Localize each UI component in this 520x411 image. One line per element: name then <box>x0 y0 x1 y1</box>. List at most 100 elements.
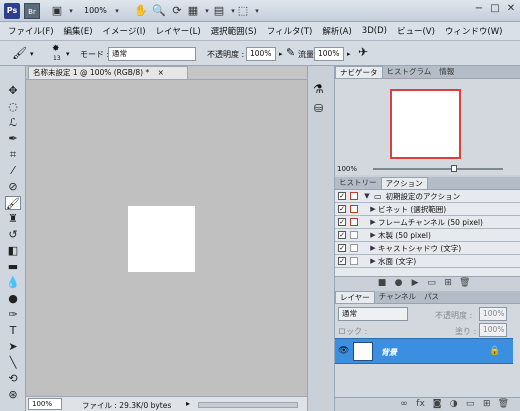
new-group-icon[interactable]: ▭ <box>463 398 477 410</box>
menu-layer[interactable]: レイヤー(L) <box>156 25 201 37</box>
layer-opacity-input[interactable]: 100% <box>479 307 507 321</box>
opacity-input[interactable]: 100% <box>246 47 276 61</box>
layer-row-background[interactable]: 👁 背景 🔒 <box>335 338 513 364</box>
3d-orbit-tool-icon[interactable]: ⊛ <box>5 388 21 402</box>
blur-tool-icon[interactable]: 💧 <box>5 276 21 290</box>
zoom-slider-thumb[interactable] <box>451 165 457 172</box>
quick-selection-tool-icon[interactable]: ✒ <box>5 132 21 146</box>
move-tool-icon[interactable]: ✥ <box>5 84 21 98</box>
maximize-icon[interactable]: □ <box>488 2 502 16</box>
expand-arrow-icon[interactable]: ▼ <box>362 192 372 200</box>
delete-icon[interactable]: 🗑 <box>458 277 472 289</box>
view-extras-icon[interactable]: ▣ <box>50 4 64 18</box>
dodge-tool-icon[interactable]: ● <box>5 292 21 306</box>
dialog-toggle[interactable] <box>350 231 358 239</box>
tab-histogram[interactable]: ヒストグラム <box>383 66 436 78</box>
new-set-icon[interactable]: ▭ <box>425 277 439 289</box>
delete-layer-icon[interactable]: 🗑 <box>496 398 510 410</box>
tab-navigator[interactable]: ナビゲータ <box>335 66 383 78</box>
tab-actions[interactable]: アクション <box>380 177 428 189</box>
toggle-checkbox[interactable]: ✓ <box>338 231 346 239</box>
zoom-level-field[interactable]: 100% <box>28 398 62 410</box>
healing-brush-tool-icon[interactable]: ⊘ <box>5 180 21 194</box>
chevron-down-icon[interactable]: ▾ <box>30 50 34 58</box>
pen-tool-icon[interactable]: ✑ <box>5 308 21 322</box>
brush-tool-icon[interactable]: 🖌 <box>5 196 21 210</box>
close-icon[interactable]: ✕ <box>504 2 518 16</box>
action-row[interactable]: ✓ ▶ ビネット (選択範囲) <box>335 203 520 216</box>
chevron-right-icon[interactable]: ▸ <box>347 50 351 58</box>
brush-tip-icon[interactable]: ✸ <box>52 44 60 54</box>
adjustment-layer-icon[interactable]: ◑ <box>447 398 461 410</box>
toggle-checkbox[interactable]: ✓ <box>338 257 346 265</box>
layer-style-icon[interactable]: fx <box>414 398 428 410</box>
toggle-checkbox[interactable]: ✓ <box>338 192 346 200</box>
chevron-right-icon[interactable]: ▸ <box>279 50 283 58</box>
stop-icon[interactable]: ■ <box>375 277 389 289</box>
bridge-button[interactable]: Br <box>24 3 40 19</box>
action-set-row[interactable]: ✓ ▼ ▭ 初期設定のアクション <box>335 190 520 203</box>
expand-arrow-icon[interactable]: ▶ <box>368 231 378 239</box>
link-layers-icon[interactable]: ∞ <box>397 398 411 410</box>
zoom-level-dropdown[interactable]: 100% <box>84 6 107 15</box>
navigator-zoom-field[interactable]: 100% <box>337 165 357 173</box>
canvas[interactable] <box>128 206 195 272</box>
horizontal-scrollbar[interactable] <box>198 402 298 408</box>
type-tool-icon[interactable]: T <box>5 324 21 338</box>
airbrush-icon[interactable]: ✈ <box>358 45 368 59</box>
lasso-tool-icon[interactable]: ℒ <box>5 116 21 130</box>
menu-filter[interactable]: フィルタ(T) <box>267 25 313 37</box>
tablet-pressure-opacity-icon[interactable]: ✎ <box>286 46 295 59</box>
zoom-tool-icon[interactable]: 🔍 <box>152 4 166 18</box>
visibility-eye-icon[interactable]: 👁 <box>338 346 349 356</box>
dialog-toggle[interactable] <box>350 218 358 226</box>
tool-presets-icon[interactable]: ⚗ <box>313 82 324 96</box>
new-action-icon[interactable]: ⊞ <box>441 277 455 289</box>
arrange-documents-icon[interactable]: ▤ <box>212 4 226 18</box>
chevron-down-icon[interactable]: ▾ <box>64 4 78 18</box>
mode-dropdown[interactable]: 通常 <box>108 47 196 61</box>
blend-mode-dropdown[interactable]: 通常 <box>338 307 408 321</box>
expand-arrow-icon[interactable]: ▶ <box>368 244 378 252</box>
chevron-down-icon[interactable]: ▾ <box>250 4 264 18</box>
hand-tool-icon[interactable]: ✋ <box>134 4 148 18</box>
clone-stamp-tool-icon[interactable]: ♜ <box>5 212 21 226</box>
path-selection-tool-icon[interactable]: ➤ <box>5 340 21 354</box>
record-icon[interactable]: ● <box>392 277 406 289</box>
tab-channels[interactable]: チャンネル <box>375 291 420 303</box>
action-row[interactable]: ✓ ▶ キャストシャドウ (文字) <box>335 242 520 255</box>
tab-info[interactable]: 情報 <box>435 66 458 78</box>
3d-rotate-tool-icon[interactable]: ⟲ <box>5 372 21 386</box>
clone-source-icon[interactable]: ⛁ <box>314 102 323 115</box>
action-row[interactable]: ✓ ▶ 水面 (文字) <box>335 255 520 268</box>
document-tab[interactable]: 名称未設定 1 @ 100% (RGB/8) * × <box>28 66 188 79</box>
tab-paths[interactable]: パス <box>420 291 443 303</box>
menu-window[interactable]: ウィンドウ(W) <box>445 25 503 37</box>
action-row[interactable]: ✓ ▶ フレームチャンネル (50 pixel) <box>335 216 520 229</box>
menu-analysis[interactable]: 解析(A) <box>322 25 351 37</box>
close-document-icon[interactable]: × <box>158 68 164 77</box>
toggle-checkbox[interactable]: ✓ <box>338 244 346 252</box>
play-icon[interactable]: ▶ <box>408 277 422 289</box>
fill-input[interactable]: 100% <box>479 323 507 337</box>
dialog-toggle[interactable] <box>350 205 358 213</box>
brush-tool-preset-icon[interactable]: 🖌 <box>12 46 27 60</box>
canvas-area[interactable] <box>26 79 307 396</box>
expand-arrow-icon[interactable]: ▶ <box>368 218 378 226</box>
toggle-checkbox[interactable]: ✓ <box>338 218 346 226</box>
gradient-tool-icon[interactable]: ▬ <box>5 260 21 274</box>
grid-icon[interactable]: ▦ <box>186 4 200 18</box>
shape-tool-icon[interactable]: ╲ <box>5 356 21 370</box>
rotate-view-icon[interactable]: ⟳ <box>170 4 184 18</box>
flow-input[interactable]: 100% <box>314 47 344 61</box>
crop-tool-icon[interactable]: ⌗ <box>5 148 21 162</box>
chevron-down-icon[interactable]: ▾ <box>110 4 124 18</box>
eyedropper-tool-icon[interactable]: ⁄ <box>5 164 21 178</box>
menu-3d[interactable]: 3D(D) <box>362 26 387 36</box>
action-row[interactable]: ✓ ▶ 木製 (50 pixel) <box>335 229 520 242</box>
minimize-icon[interactable]: − <box>472 2 486 16</box>
menu-image[interactable]: イメージ(I) <box>103 25 146 37</box>
tab-layers[interactable]: レイヤー <box>335 291 375 303</box>
dialog-toggle[interactable] <box>350 192 358 200</box>
dialog-toggle[interactable] <box>350 257 358 265</box>
